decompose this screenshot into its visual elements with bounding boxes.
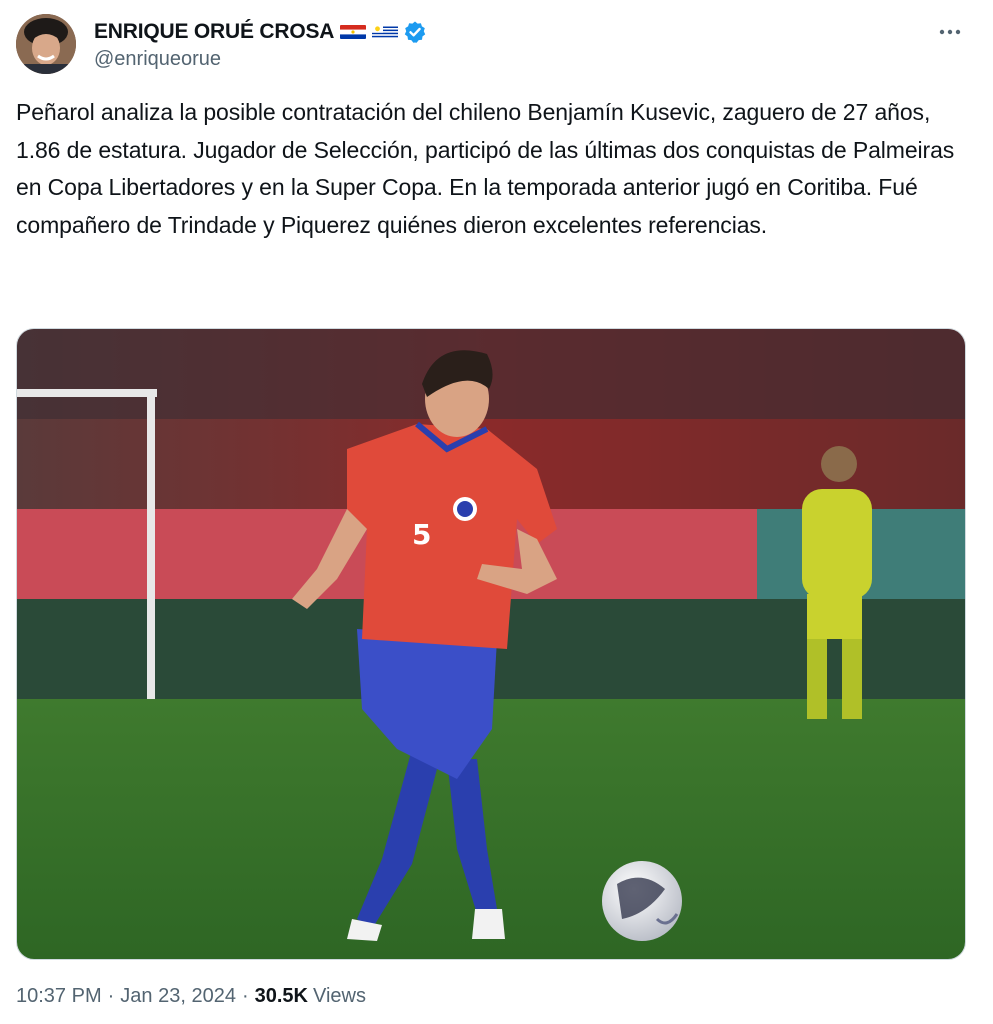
separator-dot: · (107, 985, 115, 1007)
uruguay-flag-icon (372, 25, 399, 39)
display-name[interactable]: ENRIQUE ORUÉ CROSA (94, 20, 334, 44)
tweet-header: ENRIQUE ORUÉ CROSA @enriqueorue (16, 14, 977, 76)
display-name-row: ENRIQUE ORUÉ CROSA (94, 18, 427, 46)
paraguay-flag-icon (340, 25, 367, 39)
author-info: ENRIQUE ORUÉ CROSA @enriqueorue (94, 18, 427, 71)
verified-badge-icon (403, 20, 427, 44)
views-label: Views (312, 985, 366, 1007)
tweet-date[interactable]: Jan 23, 2024 (120, 985, 236, 1008)
tweet-text: Peñarol analiza la posible contratación … (16, 99, 955, 238)
separator-dot: · (241, 985, 249, 1007)
tweet-meta: 10:37 PM · Jan 23, 2024 · 30.5K Views (16, 985, 366, 1008)
jersey-number: 5 (412, 518, 431, 551)
more-options-icon[interactable] (937, 22, 963, 42)
views-count[interactable]: 30.5K (255, 985, 308, 1008)
avatar[interactable] (16, 14, 76, 74)
tweet-photo[interactable]: 5 (16, 328, 966, 960)
handle[interactable]: @enriqueorue (94, 48, 427, 71)
tweet-time[interactable]: 10:37 PM (16, 985, 102, 1008)
